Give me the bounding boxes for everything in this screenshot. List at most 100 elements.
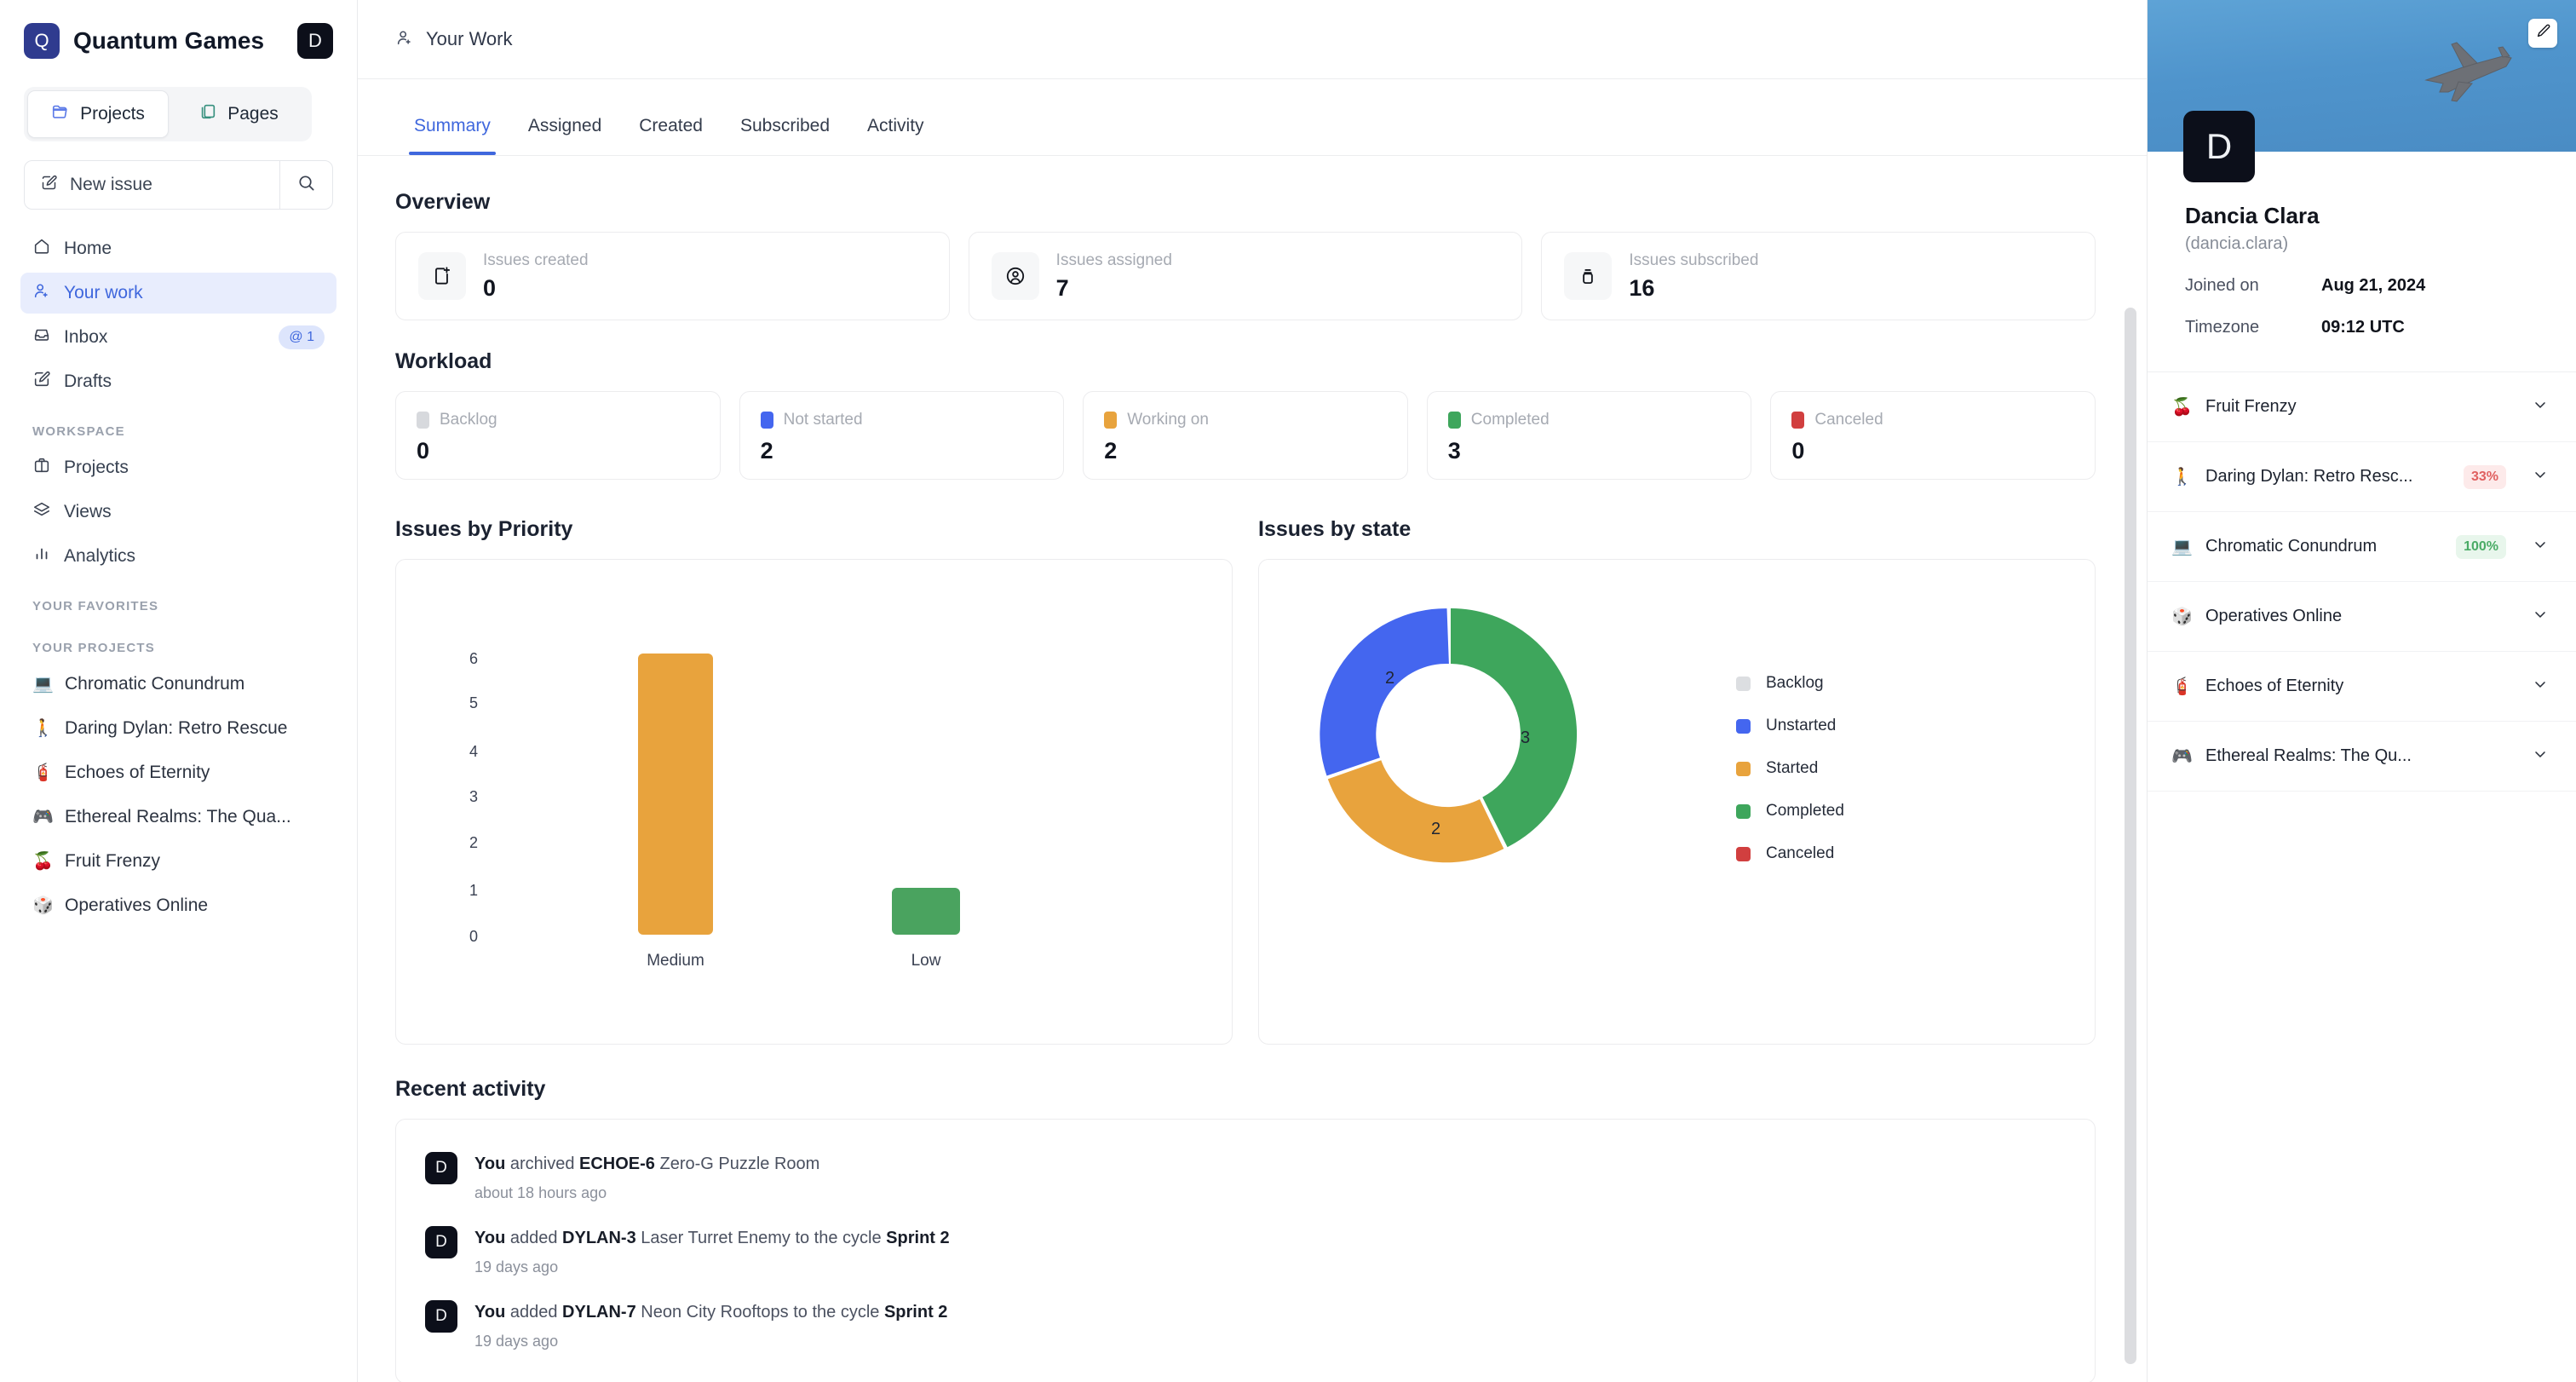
- main-scrollbar-thumb[interactable]: [2125, 308, 2136, 1364]
- chevron-down-icon[interactable]: [2532, 676, 2549, 697]
- sidebar-item-home[interactable]: Home: [20, 228, 336, 269]
- legend-item-unstarted[interactable]: Unstarted 2: [1736, 705, 2136, 747]
- edit-banner-button[interactable]: [2528, 19, 2557, 48]
- file-plus-icon: [418, 252, 466, 300]
- walking-person-icon: 🚶: [32, 719, 54, 738]
- status-swatch-not-started: [760, 412, 773, 429]
- workload-card-not-started[interactable]: Not started 2: [739, 391, 1065, 480]
- workload-card-label: Backlog: [440, 411, 497, 429]
- sidebar-item-inbox[interactable]: Inbox @ 1: [20, 317, 336, 358]
- workspace-logo: Q: [24, 23, 60, 59]
- profile-project-echoes-of-eternity[interactable]: 🧯 Echoes of Eternity: [2148, 652, 2576, 722]
- tab-summary[interactable]: Summary: [395, 116, 509, 155]
- y-tick: 5: [469, 694, 478, 711]
- dice-icon: 🎲: [32, 896, 54, 915]
- main-scrollbar[interactable]: [2125, 308, 2136, 1381]
- profile-project-fruit-frenzy[interactable]: 🍒 Fruit Frenzy: [2148, 372, 2576, 442]
- legend-label: Started: [1766, 759, 1819, 777]
- tab-subscribed[interactable]: Subscribed: [722, 116, 848, 155]
- user-plus-icon: [32, 281, 51, 305]
- sidebar-project-echoes-of-eternity[interactable]: 🧯 Echoes of Eternity: [20, 752, 336, 793]
- new-issue-row: New issue: [24, 160, 333, 210]
- tab-activity[interactable]: Activity: [848, 116, 943, 155]
- profile-project-ethereal-realms[interactable]: 🎮 Ethereal Realms: The Qu...: [2148, 722, 2576, 792]
- profile-joined-row: Joined on Aug 21, 2024: [2185, 276, 2539, 296]
- chevron-down-icon[interactable]: [2532, 746, 2549, 767]
- user-plus-icon: [395, 28, 414, 51]
- legend-item-canceled[interactable]: Canceled 0: [1736, 832, 2136, 875]
- donut-slice-unstarted[interactable]: [1320, 608, 1449, 776]
- chevron-down-icon[interactable]: [2532, 396, 2549, 417]
- search-button[interactable]: [279, 161, 332, 209]
- sidebar-project-fruit-frenzy[interactable]: 🍒 Fruit Frenzy: [20, 841, 336, 882]
- laptop-icon: 💻: [2171, 537, 2193, 556]
- activity-row[interactable]: D You added DYLAN-3 Laser Turret Enemy t…: [396, 1214, 2095, 1288]
- profile-project-daring-dylan[interactable]: 🚶 Daring Dylan: Retro Resc... 33%: [2148, 442, 2576, 512]
- workload-card-working-on[interactable]: Working on 2: [1083, 391, 1408, 480]
- legend-item-backlog[interactable]: Backlog 0: [1736, 662, 2136, 705]
- chevron-down-icon[interactable]: [2532, 536, 2549, 557]
- workload-cards: Backlog 0 Not started 2 Working on 2 Com…: [395, 391, 2096, 480]
- sidebar-project-label: Fruit Frenzy: [65, 851, 161, 871]
- laptop-icon: 💻: [32, 675, 54, 694]
- chevron-down-icon[interactable]: [2532, 606, 2549, 627]
- section-your-projects: YOUR PROJECTS: [32, 641, 155, 655]
- bar-plot-area: 6 5 4 3 2 1 0 Medium Low: [396, 560, 1232, 1044]
- profile-project-operatives-online[interactable]: 🎲 Operatives Online: [2148, 582, 2576, 652]
- x-tick-low: Low: [911, 952, 941, 970]
- sidebar-item-drafts[interactable]: Drafts: [20, 361, 336, 402]
- overview-card-issues-assigned[interactable]: Issues assigned 7: [968, 232, 1523, 320]
- legend-item-started[interactable]: Started 2: [1736, 747, 2136, 790]
- tab-assigned[interactable]: Assigned: [509, 116, 620, 155]
- sidebar-project-label: Ethereal Realms: The Qua...: [65, 807, 291, 826]
- workload-card-canceled[interactable]: Canceled 0: [1770, 391, 2096, 480]
- sidebar-item-drafts-label: Drafts: [64, 371, 112, 391]
- legend-item-completed[interactable]: Completed 3: [1736, 790, 2136, 832]
- avatar: D: [425, 1152, 457, 1184]
- activity-tail: to the cycle: [788, 1303, 884, 1322]
- sidebar-project-chromatic-conundrum[interactable]: 💻 Chromatic Conundrum: [20, 664, 336, 705]
- overview-card-issues-created[interactable]: Issues created 0: [395, 232, 950, 320]
- profile-avatar: D: [2183, 111, 2255, 182]
- page-title: Your Work: [426, 28, 513, 49]
- activity-cycle: Sprint 2: [886, 1229, 950, 1247]
- workload-card-completed[interactable]: Completed 3: [1426, 391, 1752, 480]
- bar-low[interactable]: [892, 888, 960, 935]
- home-icon: [32, 237, 51, 261]
- sidebar-item-projects[interactable]: Projects: [20, 447, 336, 488]
- y-tick: 4: [469, 743, 478, 760]
- workspace-name[interactable]: Quantum Games: [73, 27, 284, 55]
- profile-timezone-label: Timezone: [2185, 318, 2260, 337]
- sidebar-item-analytics[interactable]: Analytics: [20, 536, 336, 577]
- donut-plot-area: 3 2 2: [1310, 594, 1591, 875]
- bell-icon: [1564, 252, 1613, 300]
- recent-activity-title: Recent activity: [395, 1077, 546, 1101]
- tab-created[interactable]: Created: [620, 116, 722, 155]
- new-issue-button[interactable]: New issue: [25, 161, 279, 209]
- chevron-down-icon[interactable]: [2532, 466, 2549, 487]
- progress-badge: 100%: [2456, 534, 2506, 559]
- activity-subject: Laser Turret Enemy: [635, 1229, 791, 1247]
- avatar: D: [425, 1226, 457, 1258]
- donut-slice-started[interactable]: [1327, 760, 1504, 863]
- activity-row[interactable]: D You added DYLAN-7 Neon City Rooftops t…: [396, 1288, 2095, 1362]
- sidebar-item-views[interactable]: Views: [20, 492, 336, 533]
- sidebar-project-ethereal-realms[interactable]: 🎮 Ethereal Realms: The Qua...: [20, 797, 336, 838]
- left-sidebar: Q Quantum Games D Projects Pages New iss…: [0, 0, 358, 1382]
- workload-card-value: 0: [417, 438, 430, 464]
- activity-row[interactable]: D You archived ECHOE-6 Zero-G Puzzle Roo…: [396, 1140, 2095, 1214]
- section-your-favorites: YOUR FAVORITES: [32, 599, 159, 613]
- sidebar-project-daring-dylan[interactable]: 🚶 Daring Dylan: Retro Rescue: [20, 708, 336, 749]
- avatar[interactable]: D: [297, 23, 333, 59]
- legend-swatch-backlog: [1736, 676, 1751, 691]
- segment-projects[interactable]: Projects: [27, 90, 169, 138]
- sidebar-project-operatives-online[interactable]: 🎲 Operatives Online: [20, 885, 336, 926]
- profile-project-label: Echoes of Eternity: [2205, 677, 2344, 695]
- sidebar-item-your-work[interactable]: Your work: [20, 273, 336, 314]
- profile-project-chromatic-conundrum[interactable]: 💻 Chromatic Conundrum 100%: [2148, 512, 2576, 582]
- recent-activity-list: D You archived ECHOE-6 Zero-G Puzzle Roo…: [395, 1119, 2096, 1382]
- workload-card-backlog[interactable]: Backlog 0: [395, 391, 721, 480]
- bar-medium[interactable]: [638, 654, 713, 935]
- overview-card-issues-subscribed[interactable]: Issues subscribed 16: [1541, 232, 2096, 320]
- segment-pages[interactable]: Pages: [169, 90, 308, 138]
